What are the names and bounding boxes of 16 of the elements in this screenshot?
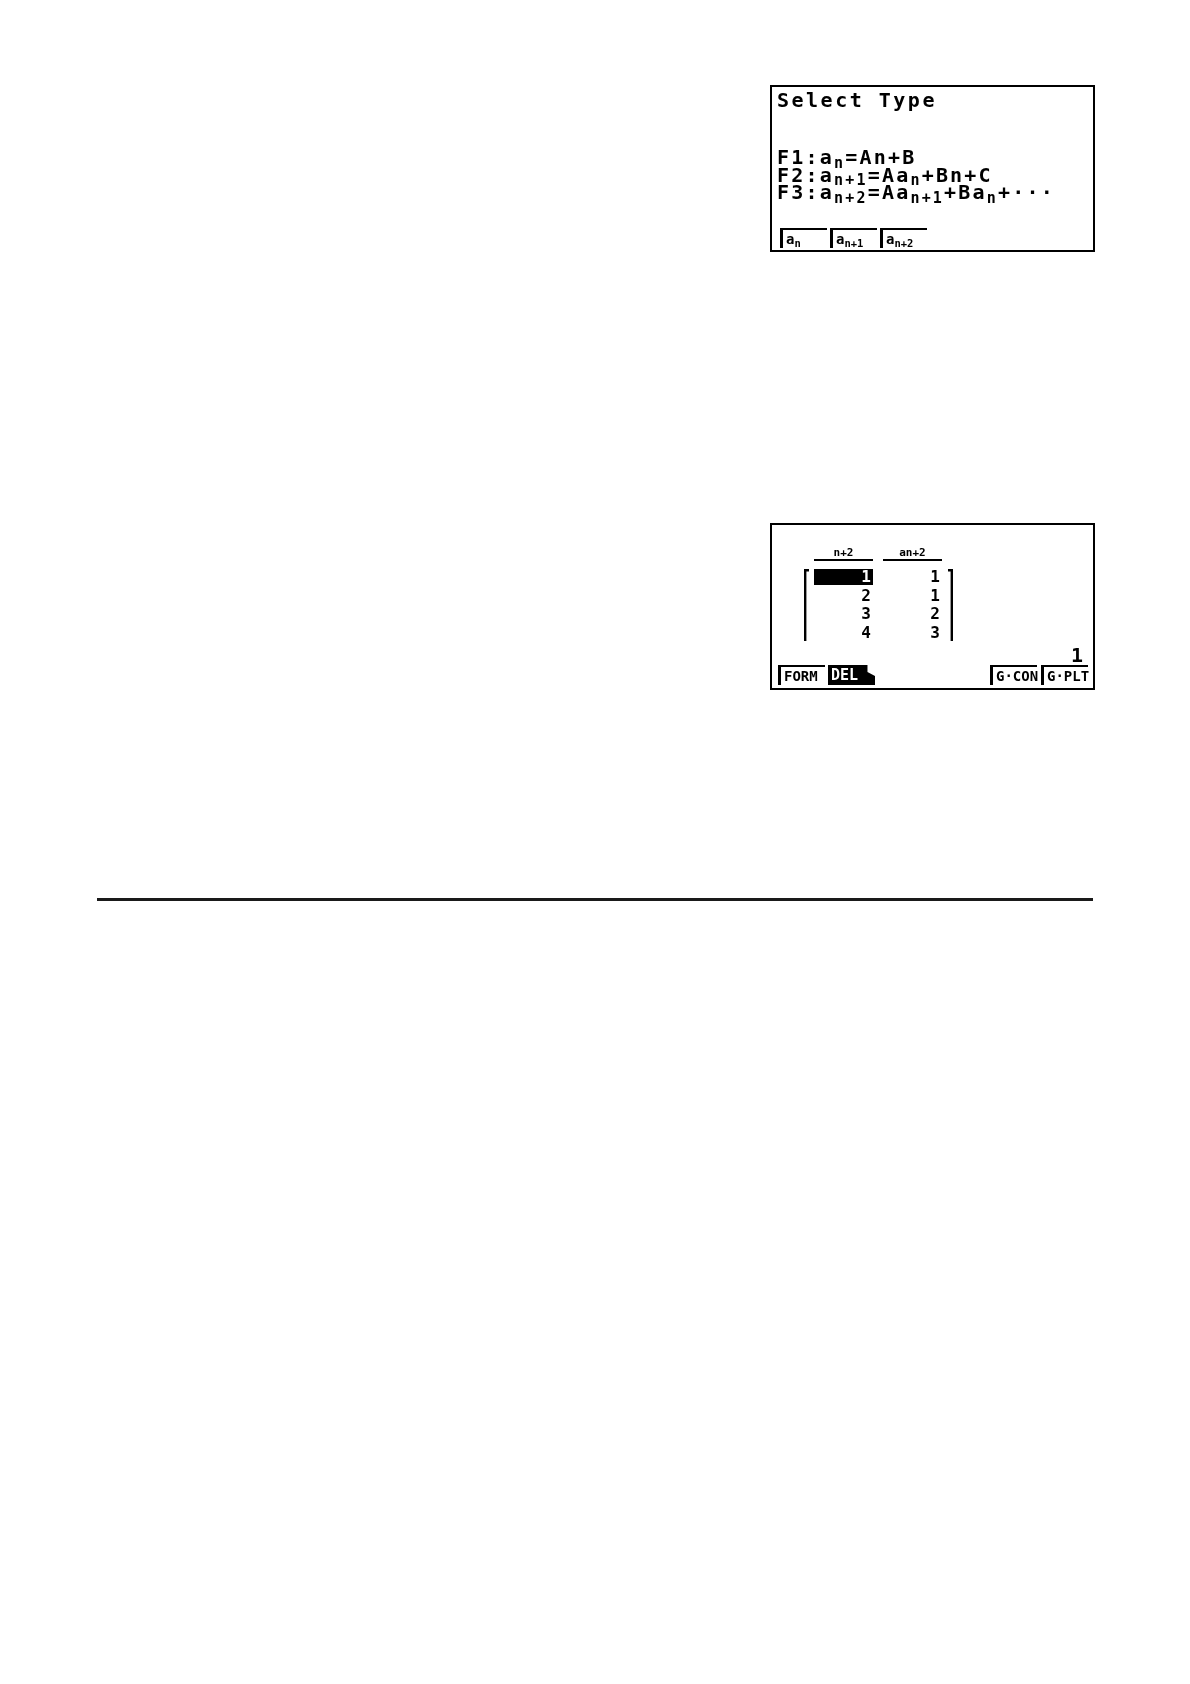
menu-option: F3:a$_{n+2}$=Aa$_{n+1}$+Ba$_{n}$+··· xyxy=(777,184,1088,202)
function-key[interactable]: a$_{n+2}$ xyxy=(880,228,927,248)
function-key[interactable]: a$_{n+1}$ xyxy=(830,228,877,248)
column-header: n+2 xyxy=(814,547,873,561)
function-key[interactable]: G·PLT xyxy=(1041,665,1088,685)
function-key[interactable]: a$_{n}$ xyxy=(780,228,827,248)
current-value: 1 xyxy=(1070,647,1083,663)
function-key[interactable]: DEL xyxy=(828,665,875,685)
function-key[interactable]: G·CON xyxy=(990,665,1037,685)
table-cell[interactable]: 1 xyxy=(814,569,873,585)
screen-title: Select Type xyxy=(777,89,938,111)
left-bracket-icon xyxy=(804,569,809,641)
function-key[interactable]: FORM xyxy=(778,665,825,685)
column-header: an+2 xyxy=(883,547,942,561)
right-bracket-icon xyxy=(948,569,953,641)
menu-option: F1:a$_{n}$=An+B xyxy=(777,149,1088,167)
